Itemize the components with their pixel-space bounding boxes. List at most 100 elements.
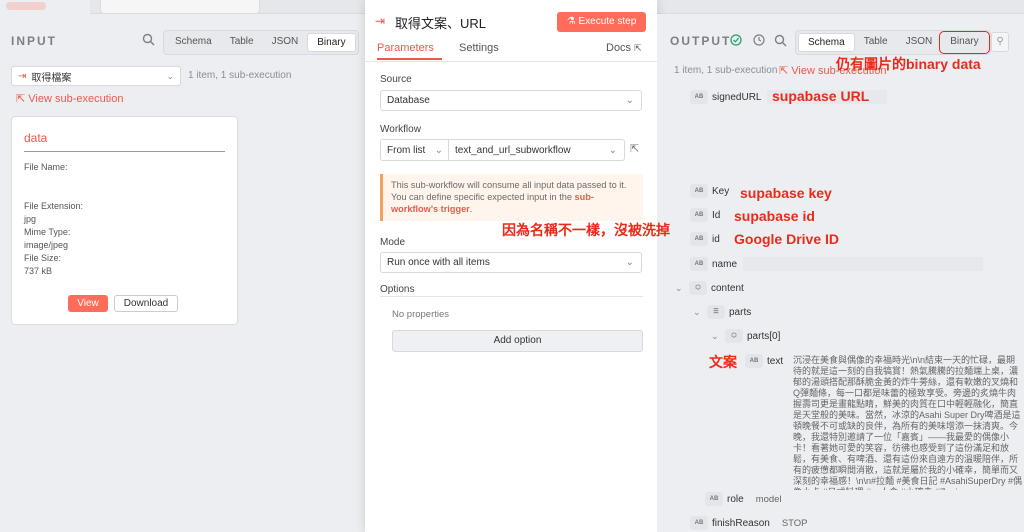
workflow-mode-select[interactable]: From list ⌄ — [380, 139, 449, 161]
chevron-down-icon: ⌄ — [675, 282, 683, 293]
output-tab-json[interactable]: JSON — [897, 33, 942, 52]
search-icon[interactable] — [142, 33, 155, 49]
field-text[interactable]: AB text — [745, 354, 783, 368]
input-panel-title: INPUT — [11, 34, 57, 48]
field-content-key: content — [711, 282, 744, 294]
modal-title: 取得文案、URL — [395, 16, 487, 31]
chevron-down-icon: ⌄ — [625, 95, 634, 106]
chevron-down-icon: ⌄ — [608, 144, 617, 156]
string-type-icon: AB — [690, 516, 708, 530]
no-properties-text: No properties — [392, 309, 450, 320]
field-role-value: model — [755, 493, 782, 505]
field-text-key: text — [767, 355, 784, 367]
output-tab-table[interactable]: Table — [855, 33, 897, 52]
output-panel-title: OUTPUT — [670, 34, 732, 48]
output-tab-schema[interactable]: Schema — [798, 33, 855, 52]
options-divider — [380, 296, 643, 297]
notice-end: . — [469, 204, 473, 214]
view-button[interactable]: View — [68, 295, 108, 312]
string-type-icon: AB — [745, 354, 763, 368]
binary-data-card: data File Name: File Extension: jpg Mime… — [11, 116, 238, 325]
flask-icon: ⚗ — [566, 16, 576, 27]
input-view-sub-execution-label: View sub-execution — [28, 93, 124, 105]
input-node-select[interactable]: ⇥ 取得檔案 ⌄ — [11, 66, 181, 86]
field-key[interactable]: AB Key — [690, 184, 729, 198]
workflow-select[interactable]: text_and_url_subworkflow ⌄ — [449, 139, 625, 161]
string-type-icon: AB — [690, 184, 708, 198]
tab-settings[interactable]: Settings — [459, 42, 499, 54]
mode-label: Mode — [380, 237, 406, 248]
output-panel: OUTPUT Schema Table JSON Binary ⚲ 1 item… — [657, 14, 1024, 532]
input-tab-table[interactable]: Table — [221, 33, 263, 52]
tab-parameters[interactable]: Parameters — [377, 42, 434, 54]
input-view-sub-execution-link[interactable]: ⇱ View sub-execution — [16, 92, 123, 105]
chevron-down-icon: ⌄ — [711, 330, 719, 341]
annotation-google-drive-id: Google Drive ID — [734, 231, 840, 247]
workflow-mode-value: From list — [387, 144, 426, 156]
external-link-icon: ⇱ — [634, 43, 642, 53]
mime-type-label: Mime Type: — [24, 227, 71, 237]
mode-select-value: Run once with all items — [387, 257, 490, 268]
object-type-icon: ⬡ — [689, 281, 707, 295]
annotation-supabase-id: supabase id — [734, 208, 815, 224]
sub-workflow-notice: This sub-workflow will consume all input… — [380, 174, 643, 221]
modal-tab-divider — [365, 61, 657, 62]
field-parts-key: parts — [729, 306, 752, 318]
file-extension-value: jpg — [24, 214, 37, 224]
field-key-key: Key — [712, 185, 730, 197]
open-workflow-icon[interactable]: ⇱ — [630, 142, 639, 155]
chevron-down-icon: ⌄ — [434, 144, 443, 156]
download-button[interactable]: Download — [114, 295, 178, 312]
file-extension-label: File Extension: — [24, 201, 84, 211]
object-type-icon: ⬡ — [725, 329, 743, 343]
execute-step-button[interactable]: ⚗ Execute step — [557, 12, 646, 32]
field-name[interactable]: AB name — [690, 257, 984, 271]
field-finishreason[interactable]: AB finishReason STOP — [690, 516, 808, 530]
chevron-down-icon: ⌄ — [693, 306, 701, 317]
chevron-down-icon: ⌄ — [625, 257, 634, 268]
field-parts[interactable]: ⌄ ☰ parts — [693, 305, 751, 319]
input-tab-json[interactable]: JSON — [263, 33, 308, 52]
annotation-name-note: 因為名稱不一樣，沒被洗掉 — [502, 222, 670, 238]
binary-card-title: data — [24, 131, 48, 145]
field-role[interactable]: AB role model — [705, 492, 782, 506]
field-parts0[interactable]: ⌄ ⬡ parts[0] — [711, 329, 780, 343]
node-arrow-icon: ⇥ — [18, 70, 27, 82]
input-view-tabs: Schema Table JSON Binary — [163, 30, 359, 55]
output-tab-binary[interactable]: Binary — [939, 31, 990, 54]
output-item-info: 1 item, 1 sub-execution — [674, 65, 778, 76]
input-tab-binary[interactable]: Binary — [307, 33, 356, 52]
external-link-icon: ⇱ — [16, 93, 26, 105]
field-id-upper-key: Id — [712, 209, 721, 221]
node-arrow-icon: ⇥ — [375, 14, 386, 28]
source-label: Source — [380, 74, 412, 85]
add-option-button[interactable]: Add option — [392, 330, 643, 352]
string-type-icon: AB — [690, 257, 708, 271]
field-role-key: role — [727, 493, 744, 505]
annotation-supabase-key: supabase key — [740, 185, 832, 201]
chevron-down-icon: ⌄ — [166, 70, 174, 81]
mode-select[interactable]: Run once with all items ⌄ — [380, 252, 642, 273]
pin-icon[interactable]: ⚲ — [991, 32, 1009, 52]
source-select-value: Database — [387, 95, 430, 106]
field-finishreason-value: STOP — [781, 517, 808, 529]
clock-icon — [753, 34, 765, 49]
binary-card-info: File Name: File Extension: jpg Mime Type… — [24, 161, 83, 278]
input-item-info: 1 item, 1 sub-execution — [188, 70, 292, 81]
input-tab-schema[interactable]: Schema — [166, 33, 221, 52]
docs-label: Docs — [606, 42, 632, 54]
docs-link[interactable]: Docs ⇱ — [606, 42, 642, 54]
workflow-label: Workflow — [380, 124, 421, 135]
top-bar-badge — [6, 2, 46, 10]
file-size-label: File Size: — [24, 253, 62, 263]
source-select[interactable]: Database ⌄ — [380, 90, 642, 111]
field-text-value: 沉浸在美食與偶像的幸福時光\n\n結束一天的忙碌，最期待的就是這一刻的自我犒賞！… — [793, 355, 1023, 490]
annotation-text: 文案 — [709, 354, 737, 370]
search-icon[interactable] — [774, 34, 787, 50]
field-id-upper[interactable]: AB Id — [690, 208, 720, 222]
field-id-lower[interactable]: AB id — [690, 232, 720, 246]
options-label: Options — [380, 284, 415, 295]
string-type-icon: AB — [690, 90, 708, 104]
workflow-select-value: text_and_url_subworkflow — [455, 144, 571, 156]
field-content[interactable]: ⌄ ⬡ content — [675, 281, 744, 295]
